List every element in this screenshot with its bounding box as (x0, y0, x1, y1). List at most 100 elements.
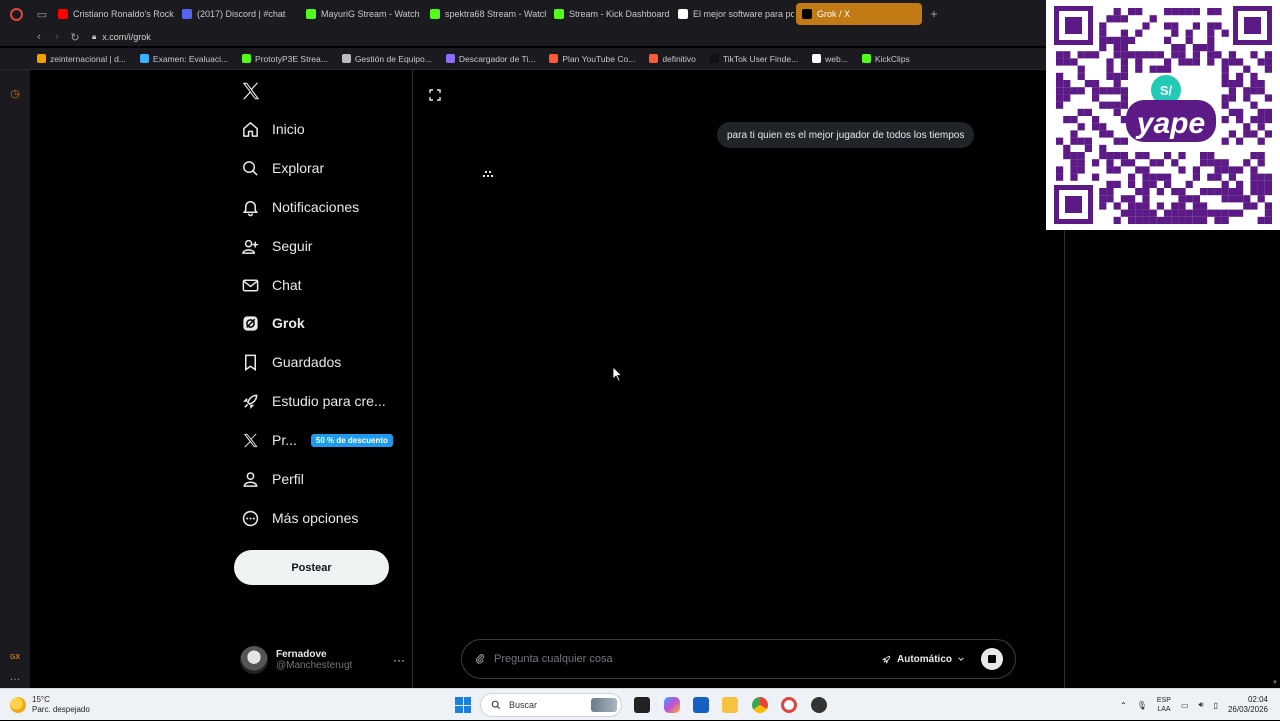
qr-module (1164, 65, 1172, 73)
task-view-icon[interactable] (634, 697, 650, 713)
bookmark-favicon-icon (709, 54, 719, 63)
chrome-icon[interactable] (752, 697, 768, 713)
browser-tab[interactable]: Stream - Kick Dashboard (548, 3, 670, 25)
mouse-cursor-icon (612, 366, 622, 382)
browser-tab[interactable]: MayuriG Stream - Watch L (300, 3, 422, 25)
tab-menu-icon[interactable]: ▭ (32, 0, 52, 28)
user-account-switcher[interactable]: Fernadove @Manchesterugt ··· (240, 642, 405, 678)
browser-tab[interactable]: (2017) Discord | #chat (176, 3, 298, 25)
browser-tab[interactable]: Cristiano Ronaldo's Rocke (52, 3, 174, 25)
scroll-down-icon[interactable]: ▼ (1272, 680, 1280, 688)
qr-module (1207, 58, 1215, 66)
app-icon[interactable] (811, 697, 827, 713)
more-dots-icon[interactable]: ··· (393, 653, 405, 667)
browser-tab[interactable]: spektra68 Stream - Watch (424, 3, 546, 25)
bookmark-item[interactable]: KickClips (855, 54, 917, 64)
qr-module (1077, 166, 1085, 174)
qr-module (1257, 195, 1265, 203)
browser-tab[interactable]: El mejor software para po (672, 3, 794, 25)
mode-selector[interactable]: Automático (881, 654, 965, 665)
x-logo-icon[interactable] (240, 80, 262, 102)
nav-item-seguir[interactable]: Seguir (232, 231, 412, 261)
store-icon[interactable] (693, 697, 709, 713)
nav-item-grok[interactable]: Grok (232, 308, 412, 338)
grok-question-input[interactable] (494, 653, 881, 665)
loading-indicator-icon (483, 171, 493, 177)
bookmark-item[interactable]: zeinternacional | d... (30, 54, 133, 64)
back-icon[interactable]: ‹ (30, 28, 48, 46)
nav-item-estudio-para-cre[interactable]: Estudio para cre... (232, 386, 412, 416)
nav-item-chat[interactable]: Chat (232, 270, 412, 300)
qr-module (1185, 216, 1193, 224)
taskbar-search-label: Buscar (509, 700, 538, 710)
history-icon[interactable]: ◷ (8, 86, 22, 100)
battery-icon[interactable]: ▯ (1214, 701, 1218, 710)
qr-module (1178, 202, 1186, 210)
post-button[interactable]: Postear (234, 550, 389, 585)
opera-logo-icon[interactable] (0, 0, 32, 28)
windows-start-icon[interactable] (455, 697, 471, 713)
qr-module (1056, 87, 1064, 95)
nav-item-más-opciones[interactable]: Más opciones (232, 503, 412, 533)
url-field[interactable]: 🔒︎ x.com/i/grok (92, 32, 151, 42)
bookmark-item[interactable]: Plan YouTube Co... (542, 54, 642, 64)
bookmark-item[interactable]: TikTok User Finde... (703, 54, 805, 64)
more-dots-icon[interactable]: … (8, 670, 22, 684)
chevron-down-icon (958, 657, 964, 661)
qr-module (1135, 166, 1143, 174)
chevron-up-icon[interactable]: ⌃ (1120, 701, 1127, 710)
bookmark-item[interactable]: web... (805, 54, 855, 64)
qr-module (1156, 216, 1164, 224)
language-indicator[interactable]: ESP LAA (1157, 696, 1171, 714)
taskbar-search[interactable]: Buscar (480, 693, 622, 717)
qr-module (1084, 144, 1092, 152)
qr-module (1099, 152, 1107, 160)
search-icon (491, 700, 501, 710)
bookmark-item[interactable]: Descargador de Ti... (439, 54, 543, 64)
bookmark-item[interactable]: definitivo (642, 54, 703, 64)
qr-module (1236, 209, 1244, 217)
search-icon (232, 159, 268, 178)
microphone-icon[interactable]: 🎙︎ (1137, 701, 1147, 710)
qr-module (1070, 137, 1078, 145)
stop-generation-button[interactable] (981, 648, 1003, 670)
qr-module (1171, 209, 1179, 217)
bookmark-item[interactable]: Gestión de Equipo... (335, 54, 439, 64)
opera-gx-icon[interactable] (781, 697, 797, 713)
network-icon[interactable]: ▭ (1181, 701, 1189, 710)
column-divider-right (1064, 230, 1065, 688)
nav-item-explorar[interactable]: Explorar (232, 153, 412, 183)
qr-module (1236, 108, 1244, 116)
bookmark-item[interactable]: Examen: Evaluaci... (133, 54, 235, 64)
attach-icon[interactable] (474, 653, 486, 665)
nav-item-notificaciones[interactable]: Notificaciones (232, 192, 412, 222)
qr-module (1257, 116, 1265, 124)
qr-module (1264, 188, 1272, 196)
clock[interactable]: 02:04 26/03/2026 (1228, 695, 1268, 715)
copilot-icon[interactable] (664, 697, 680, 713)
qr-module (1120, 137, 1128, 145)
qr-module (1120, 72, 1128, 80)
forward-icon[interactable]: › (48, 28, 66, 46)
nav-item-perfil[interactable]: Perfil (232, 464, 412, 494)
nav-item-pr[interactable]: Pr... 50 % de descuento (232, 425, 412, 455)
new-tab-button[interactable]: + (926, 6, 942, 22)
qr-module (1264, 216, 1272, 224)
weather-widget[interactable]: 15°C Parc. despejado (10, 695, 90, 715)
reload-icon[interactable]: ↻ (66, 28, 84, 46)
qr-module (1092, 51, 1100, 59)
bookmark-label: web... (825, 53, 848, 64)
qr-module (1192, 8, 1200, 16)
bookmark-item[interactable]: PrototyP3E Strea... (235, 54, 335, 64)
file-explorer-icon[interactable] (722, 697, 738, 713)
qr-module (1070, 116, 1078, 124)
expand-icon[interactable] (428, 88, 442, 102)
qr-module (1214, 22, 1222, 30)
volume-icon[interactable]: 🔊︎ (1199, 700, 1204, 710)
qr-module (1135, 51, 1143, 59)
gx-icon[interactable]: GX (8, 650, 22, 664)
nav-item-inicio[interactable]: Inicio (232, 114, 412, 144)
nav-item-guardados[interactable]: Guardados (232, 347, 412, 377)
user-name: Fernadove (276, 649, 327, 660)
browser-tab[interactable]: Grok / X (796, 3, 922, 25)
